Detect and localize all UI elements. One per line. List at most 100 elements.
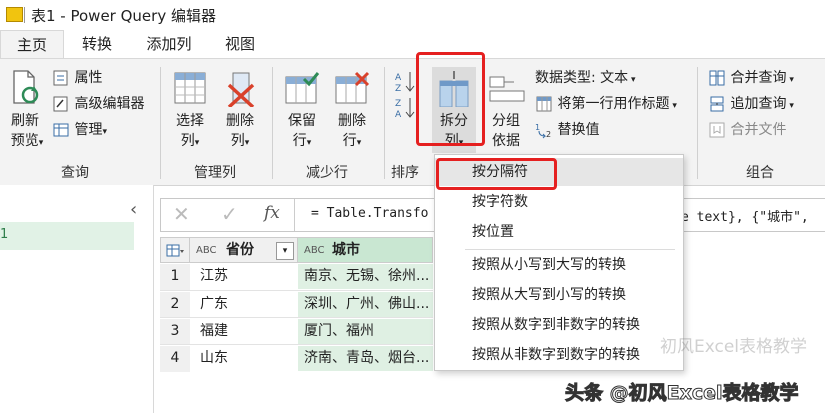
filter-dropdown-icon[interactable]: ▾: [276, 242, 294, 260]
svg-text:1: 1: [535, 123, 540, 132]
province-cell[interactable]: 江苏: [200, 264, 228, 289]
queries-pane: ‹ 1: [0, 185, 154, 413]
column-name: 省份: [226, 242, 254, 258]
refresh-preview-button[interactable]: 刷新 预览▾: [4, 67, 46, 157]
window-title: 表1 - Power Query 编辑器: [31, 7, 216, 25]
app-icon: [6, 7, 23, 22]
keep-rows-icon: [285, 72, 320, 104]
replace-values-icon: 12: [535, 123, 551, 139]
menu-item-by-positions[interactable]: 按位置: [435, 218, 683, 246]
cancel-formula-icon[interactable]: ✕: [173, 202, 190, 226]
table-row[interactable]: 4 山东 济南、青岛、烟台...: [160, 344, 433, 372]
row-number: 3: [160, 319, 190, 345]
tab-add-column[interactable]: 添加列: [132, 30, 206, 58]
fx-icon[interactable]: fx: [264, 203, 280, 223]
advanced-editor-button[interactable]: 高级编辑器: [52, 93, 144, 115]
remove-rows-icon: [335, 71, 370, 104]
menu-item-lower-to-upper[interactable]: 按照从小写到大写的转换: [435, 251, 683, 279]
collapse-pane-icon[interactable]: ‹: [130, 199, 137, 220]
svg-text:A: A: [395, 73, 402, 83]
province-cell[interactable]: 福建: [200, 319, 228, 344]
table-icon: [166, 244, 184, 257]
sort-ascending-button[interactable]: AZ: [394, 69, 416, 95]
province-cell[interactable]: 山东: [200, 346, 228, 371]
manage-label: 管理: [74, 122, 103, 138]
sort-descending-button[interactable]: ZA: [394, 95, 416, 121]
query-item-selected[interactable]: 1: [0, 222, 134, 250]
table-body: 1 江苏 南京、无锡、徐州... 2 广东 深圳、广州、佛山... 3 福建 厦…: [160, 263, 433, 372]
table-row[interactable]: 1 江苏 南京、无锡、徐州...: [160, 263, 433, 290]
append-queries-label: 追加查询: [730, 96, 787, 112]
refresh-label: 刷新: [11, 113, 39, 129]
table-row[interactable]: 3 福建 厦门、福州: [160, 317, 433, 345]
group-label-combine: 组合: [746, 165, 774, 181]
menu-item-digit-to-nondigit[interactable]: 按照从数字到非数字的转换: [435, 311, 683, 339]
menu-item-nondigit-to-digit[interactable]: 按照从非数字到数字的转换: [435, 341, 683, 369]
tab-transform[interactable]: 转换: [66, 30, 128, 58]
remove-columns-button[interactable]: 删除 列▾: [218, 67, 262, 157]
use-first-row-as-headers-button[interactable]: 将第一行用作标题 ▾: [535, 93, 677, 115]
formula-text-left[interactable]: = Table.Transfo: [311, 206, 428, 221]
choose-columns-button[interactable]: 选择 列▾: [168, 67, 212, 157]
formula-text-right[interactable]: e text}, {"城市",: [681, 206, 809, 225]
groupby-label2: 依据: [492, 133, 520, 149]
split-column-highlight: [416, 52, 485, 146]
row-number: 1: [160, 264, 190, 290]
confirm-formula-icon[interactable]: ✓: [221, 202, 238, 226]
remove-row-label2: 行▾: [342, 133, 362, 149]
headers-icon: [536, 96, 552, 112]
menu-item-upper-to-lower[interactable]: 按照从大写到小写的转换: [435, 281, 683, 309]
group-label-query: 查询: [61, 165, 89, 181]
province-cell[interactable]: 广东: [200, 292, 228, 317]
city-cell[interactable]: 厦门、福州: [298, 319, 433, 344]
replace-values-label: 替换值: [557, 122, 600, 138]
group-separator: [697, 67, 698, 179]
group-label-reduce-rows: 减少行: [306, 165, 348, 181]
remove-rows-button[interactable]: 删除 行▾: [330, 67, 374, 157]
merge-queries-button[interactable]: 合并查询 ▾: [708, 67, 794, 89]
choose-columns-icon: [174, 72, 206, 104]
query-item-marker: 1: [0, 227, 9, 242]
text-type-icon[interactable]: ABC: [304, 238, 325, 263]
svg-text:2: 2: [546, 130, 551, 139]
column-header-city[interactable]: ABC 城市: [298, 237, 433, 263]
merge-queries-icon: [709, 70, 725, 86]
data-type-label: 数据类型: 文本: [535, 70, 629, 86]
table-row[interactable]: 2 广东 深圳、广州、佛山...: [160, 290, 433, 318]
sort-ascending-icon: AZ: [395, 72, 415, 94]
group-by-icon: [489, 76, 525, 102]
menu-separator: [465, 249, 675, 250]
groupby-label: 分组: [492, 113, 520, 129]
manage-icon: [53, 123, 69, 137]
title-bar: 表1 - Power Query 编辑器: [0, 0, 825, 30]
group-separator: [272, 67, 273, 179]
replace-values-button[interactable]: 12 替换值: [535, 119, 599, 141]
properties-button[interactable]: 属性: [52, 67, 102, 89]
city-cell[interactable]: 济南、青岛、烟台...: [298, 346, 433, 371]
tab-view[interactable]: 视图: [210, 30, 270, 58]
tab-home[interactable]: 主页: [0, 30, 64, 59]
advanced-editor-label: 高级编辑器: [74, 96, 145, 112]
group-by-button[interactable]: 分组 依据: [484, 67, 528, 157]
merge-queries-label: 合并查询: [730, 70, 787, 86]
city-cell[interactable]: 深圳、广州、佛山...: [298, 292, 433, 317]
keep-rows-button[interactable]: 保留 行▾: [280, 67, 324, 157]
properties-icon: [53, 70, 68, 86]
menu-item-by-number-of-characters[interactable]: 按字符数: [435, 188, 683, 216]
text-type-icon[interactable]: ABC: [196, 238, 217, 263]
column-header-province[interactable]: ABC 省份 ▾: [190, 237, 298, 263]
table-menu-button[interactable]: [160, 237, 190, 263]
append-queries-button[interactable]: 追加查询 ▾: [708, 93, 794, 115]
city-cell[interactable]: 南京、无锡、徐州...: [298, 264, 433, 289]
remove-columns-icon: [227, 72, 255, 107]
ribbon-tabs: 主页 转换 添加列 视图: [0, 30, 825, 59]
row-number: 4: [160, 346, 190, 372]
watermark-faint: 初风Excel表格教学: [660, 337, 808, 357]
combine-files-button[interactable]: 合并文件: [708, 119, 786, 141]
first-row-header-label: 将第一行用作标题: [557, 96, 670, 112]
refresh-icon: [13, 70, 39, 104]
data-type-dropdown[interactable]: 数据类型: 文本 ▾: [535, 67, 636, 89]
combine-files-label: 合并文件: [730, 122, 787, 138]
properties-label: 属性: [74, 70, 103, 86]
manage-button[interactable]: 管理▾: [52, 119, 107, 141]
